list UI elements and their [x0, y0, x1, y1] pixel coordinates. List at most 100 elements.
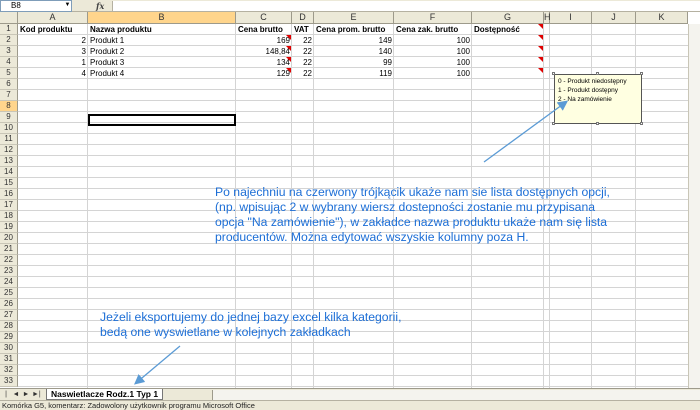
row-header-2[interactable]: 2 — [0, 35, 18, 46]
header-cell[interactable]: Cena zak. brutto — [394, 24, 472, 35]
row-header-27[interactable]: 27 — [0, 310, 18, 321]
row-header-22[interactable]: 22 — [0, 255, 18, 266]
data-cell[interactable]: 22 — [292, 46, 314, 57]
data-cell[interactable]: 149 — [314, 35, 394, 46]
data-cell[interactable]: 99 — [314, 57, 394, 68]
comment-indicator-icon[interactable] — [286, 35, 291, 40]
data-cell[interactable]: 134 — [236, 57, 292, 68]
select-all-corner[interactable] — [0, 12, 18, 24]
data-cell[interactable]: 2 — [18, 35, 88, 46]
data-cell[interactable]: 119 — [314, 68, 394, 79]
formula-input[interactable] — [112, 1, 700, 11]
comment-indicator-icon[interactable] — [538, 35, 543, 40]
name-box-dropdown-icon[interactable]: ▼ — [64, 1, 71, 10]
column-header-d[interactable]: D — [292, 12, 314, 24]
row-header-8[interactable]: 8 — [0, 101, 18, 112]
row-header-20[interactable]: 20 — [0, 233, 18, 244]
header-cell[interactable]: Cena brutto — [236, 24, 292, 35]
comment-resize-handle[interactable] — [552, 122, 555, 125]
row-header-15[interactable]: 15 — [0, 178, 18, 189]
vertical-scrollbar[interactable] — [688, 24, 700, 390]
next-sheet-icon[interactable]: ► — [22, 390, 30, 400]
header-cell[interactable]: Kod produktu — [18, 24, 88, 35]
comment-resize-handle[interactable] — [640, 122, 643, 125]
comment-indicator-icon[interactable] — [538, 24, 543, 29]
row-header-12[interactable]: 12 — [0, 145, 18, 156]
comment-resize-handle[interactable] — [596, 72, 599, 75]
data-cell[interactable]: Produkt 2 — [88, 46, 236, 57]
row-header-1[interactable]: 1 — [0, 24, 18, 35]
data-cell[interactable]: 22 — [292, 68, 314, 79]
comment-indicator-icon[interactable] — [538, 68, 543, 73]
column-header-g[interactable]: G — [472, 12, 544, 24]
prev-sheet-icon[interactable]: ◄ — [12, 390, 20, 400]
data-cell[interactable]: 100 — [394, 68, 472, 79]
comment-indicator-icon[interactable] — [286, 57, 291, 62]
row-header-33[interactable]: 33 — [0, 376, 18, 387]
row-header-11[interactable]: 11 — [0, 134, 18, 145]
row-header-30[interactable]: 30 — [0, 343, 18, 354]
data-cell[interactable]: Produkt 1 — [88, 35, 236, 46]
data-cell[interactable]: 1 — [18, 57, 88, 68]
row-header-13[interactable]: 13 — [0, 156, 18, 167]
column-header-b[interactable]: B — [88, 12, 236, 24]
comment-indicator-icon[interactable] — [538, 57, 543, 62]
row-header-4[interactable]: 4 — [0, 57, 18, 68]
last-sheet-icon[interactable]: ►| — [32, 390, 41, 400]
comment-indicator-icon[interactable] — [286, 68, 291, 73]
row-header-19[interactable]: 19 — [0, 222, 18, 233]
row-header-29[interactable]: 29 — [0, 332, 18, 343]
comment-resize-handle[interactable] — [552, 72, 555, 75]
row-header-26[interactable]: 26 — [0, 299, 18, 310]
data-cell[interactable]: 140 — [314, 46, 394, 57]
data-cell[interactable]: Produkt 4 — [88, 68, 236, 79]
row-header-6[interactable]: 6 — [0, 79, 18, 90]
first-sheet-icon[interactable]: |◄ — [2, 390, 10, 408]
comment-resize-handle[interactable] — [596, 122, 599, 125]
row-header-32[interactable]: 32 — [0, 365, 18, 376]
header-cell[interactable]: Dostępność — [472, 24, 544, 35]
data-cell[interactable]: 129 — [236, 68, 292, 79]
row-header-7[interactable]: 7 — [0, 90, 18, 101]
row-header-3[interactable]: 3 — [0, 46, 18, 57]
row-header-23[interactable]: 23 — [0, 266, 18, 277]
data-cell[interactable]: 100 — [394, 35, 472, 46]
row-header-18[interactable]: 18 — [0, 211, 18, 222]
row-header-16[interactable]: 16 — [0, 189, 18, 200]
data-cell[interactable]: 22 — [292, 35, 314, 46]
row-header-5[interactable]: 5 — [0, 68, 18, 79]
column-header-f[interactable]: F — [394, 12, 472, 24]
header-cell[interactable]: Cena prom. brutto — [314, 24, 394, 35]
row-header-24[interactable]: 24 — [0, 277, 18, 288]
comment-indicator-icon[interactable] — [538, 46, 543, 51]
horizontal-scrollbar[interactable] — [212, 390, 700, 400]
data-cell[interactable]: 3 — [18, 46, 88, 57]
function-icon[interactable]: fx — [96, 0, 104, 12]
row-header-21[interactable]: 21 — [0, 244, 18, 255]
name-box[interactable]: B8 — [0, 0, 72, 12]
data-cell[interactable]: 4 — [18, 68, 88, 79]
column-header-c[interactable]: C — [236, 12, 292, 24]
column-header-e[interactable]: E — [314, 12, 394, 24]
column-header-a[interactable]: A — [18, 12, 88, 24]
data-cell[interactable]: 148,84 — [236, 46, 292, 57]
row-header-10[interactable]: 10 — [0, 123, 18, 134]
row-header-9[interactable]: 9 — [0, 112, 18, 123]
column-header-j[interactable]: J — [592, 12, 636, 24]
row-header-25[interactable]: 25 — [0, 288, 18, 299]
active-cell-b8[interactable] — [88, 114, 236, 126]
sheet-tab-active[interactable]: Naswietlacze Rodz.1 Typ 1 — [46, 389, 164, 400]
column-header-k[interactable]: K — [636, 12, 688, 24]
data-cell[interactable]: 169 — [236, 35, 292, 46]
column-header-i[interactable]: I — [550, 12, 592, 24]
comment-resize-handle[interactable] — [640, 72, 643, 75]
data-cell[interactable]: Produkt 3 — [88, 57, 236, 68]
data-cell[interactable]: 100 — [394, 57, 472, 68]
row-header-17[interactable]: 17 — [0, 200, 18, 211]
comment-indicator-icon[interactable] — [286, 46, 291, 51]
data-cell[interactable]: 22 — [292, 57, 314, 68]
header-cell[interactable]: Nazwa produktu — [88, 24, 236, 35]
header-cell[interactable]: VAT — [292, 24, 314, 35]
row-header-31[interactable]: 31 — [0, 354, 18, 365]
row-header-28[interactable]: 28 — [0, 321, 18, 332]
